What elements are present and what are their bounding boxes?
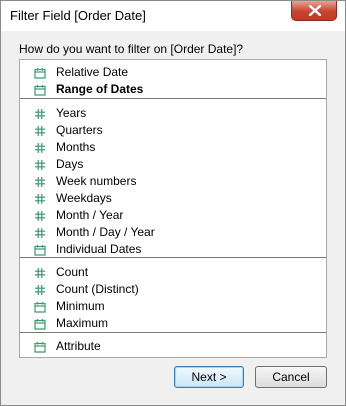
calendar-icon: [34, 300, 46, 313]
filter-option-weekdays[interactable]: Weekdays: [20, 190, 326, 207]
filter-option-count[interactable]: Count: [20, 264, 326, 281]
filter-option-maximum[interactable]: Maximum: [20, 315, 326, 332]
calendar-icon: [34, 340, 46, 353]
filter-option-label: Quarters: [56, 123, 103, 137]
filter-option-month-day-year[interactable]: Month / Day / Year: [20, 224, 326, 241]
hash-icon: [34, 141, 46, 153]
filter-option-label: Month / Day / Year: [56, 225, 155, 239]
filter-option-label: Months: [56, 140, 96, 154]
filter-option-relative-date[interactable]: Relative Date: [20, 64, 326, 81]
filter-option-label: Relative Date: [56, 65, 129, 79]
calendar-icon: [34, 66, 46, 79]
filter-type-list[interactable]: Relative Date Range of Dates Years Quarters…: [19, 59, 327, 358]
filter-option-count-distinct[interactable]: Count (Distinct): [20, 281, 326, 298]
filter-option-month-year[interactable]: Month / Year: [20, 207, 326, 224]
hash-icon: [34, 283, 46, 295]
filter-option-minimum[interactable]: Minimum: [20, 298, 326, 315]
hash-icon: [34, 175, 46, 187]
filter-option-range-of-dates[interactable]: Range of Dates: [20, 81, 326, 98]
filter-option-days[interactable]: Days: [20, 156, 326, 173]
filter-option-years[interactable]: Years: [20, 105, 326, 122]
filter-option-label: Month / Year: [56, 208, 124, 222]
window-title: Filter Field [Order Date]: [10, 8, 146, 23]
filter-option-quarters[interactable]: Quarters: [20, 122, 326, 139]
hash-icon: [34, 192, 46, 204]
close-button[interactable]: [291, 1, 337, 21]
hash-icon: [34, 226, 46, 238]
filter-prompt: How do you want to filter on [Order Date…: [19, 42, 244, 56]
title-bar: Filter Field [Order Date]: [1, 1, 345, 31]
list-divider: [20, 257, 326, 258]
calendar-icon: [34, 83, 46, 96]
filter-option-label: Week numbers: [56, 174, 137, 188]
hash-icon: [34, 158, 46, 170]
list-divider: [20, 98, 326, 99]
hash-icon: [34, 266, 46, 278]
filter-option-label: Attribute: [56, 339, 101, 353]
filter-option-week-numbers[interactable]: Week numbers: [20, 173, 326, 190]
filter-option-label: Count (Distinct): [56, 282, 139, 296]
filter-option-label: Range of Dates: [56, 82, 144, 96]
hash-icon: [34, 124, 46, 136]
filter-option-label: Minimum: [56, 299, 105, 313]
filter-option-months[interactable]: Months: [20, 139, 326, 156]
calendar-icon: [34, 317, 46, 330]
filter-option-individual-dates[interactable]: Individual Dates: [20, 241, 326, 258]
hash-icon: [34, 107, 46, 119]
hash-icon: [34, 209, 46, 221]
filter-field-dialog: Filter Field [Order Date] How do you wan…: [0, 0, 346, 406]
filter-option-label: Years: [56, 106, 87, 120]
close-icon: [308, 5, 322, 16]
list-divider: [20, 332, 326, 333]
filter-option-label: Individual Dates: [56, 242, 142, 256]
filter-option-label: Days: [56, 157, 84, 171]
next-button[interactable]: Next >: [174, 366, 244, 388]
filter-option-label: Weekdays: [56, 191, 112, 205]
cancel-button[interactable]: Cancel: [255, 366, 327, 388]
filter-option-attribute[interactable]: Attribute: [20, 338, 326, 355]
filter-option-label: Count: [56, 265, 89, 279]
calendar-icon: [34, 243, 46, 256]
filter-option-label: Maximum: [56, 316, 109, 330]
